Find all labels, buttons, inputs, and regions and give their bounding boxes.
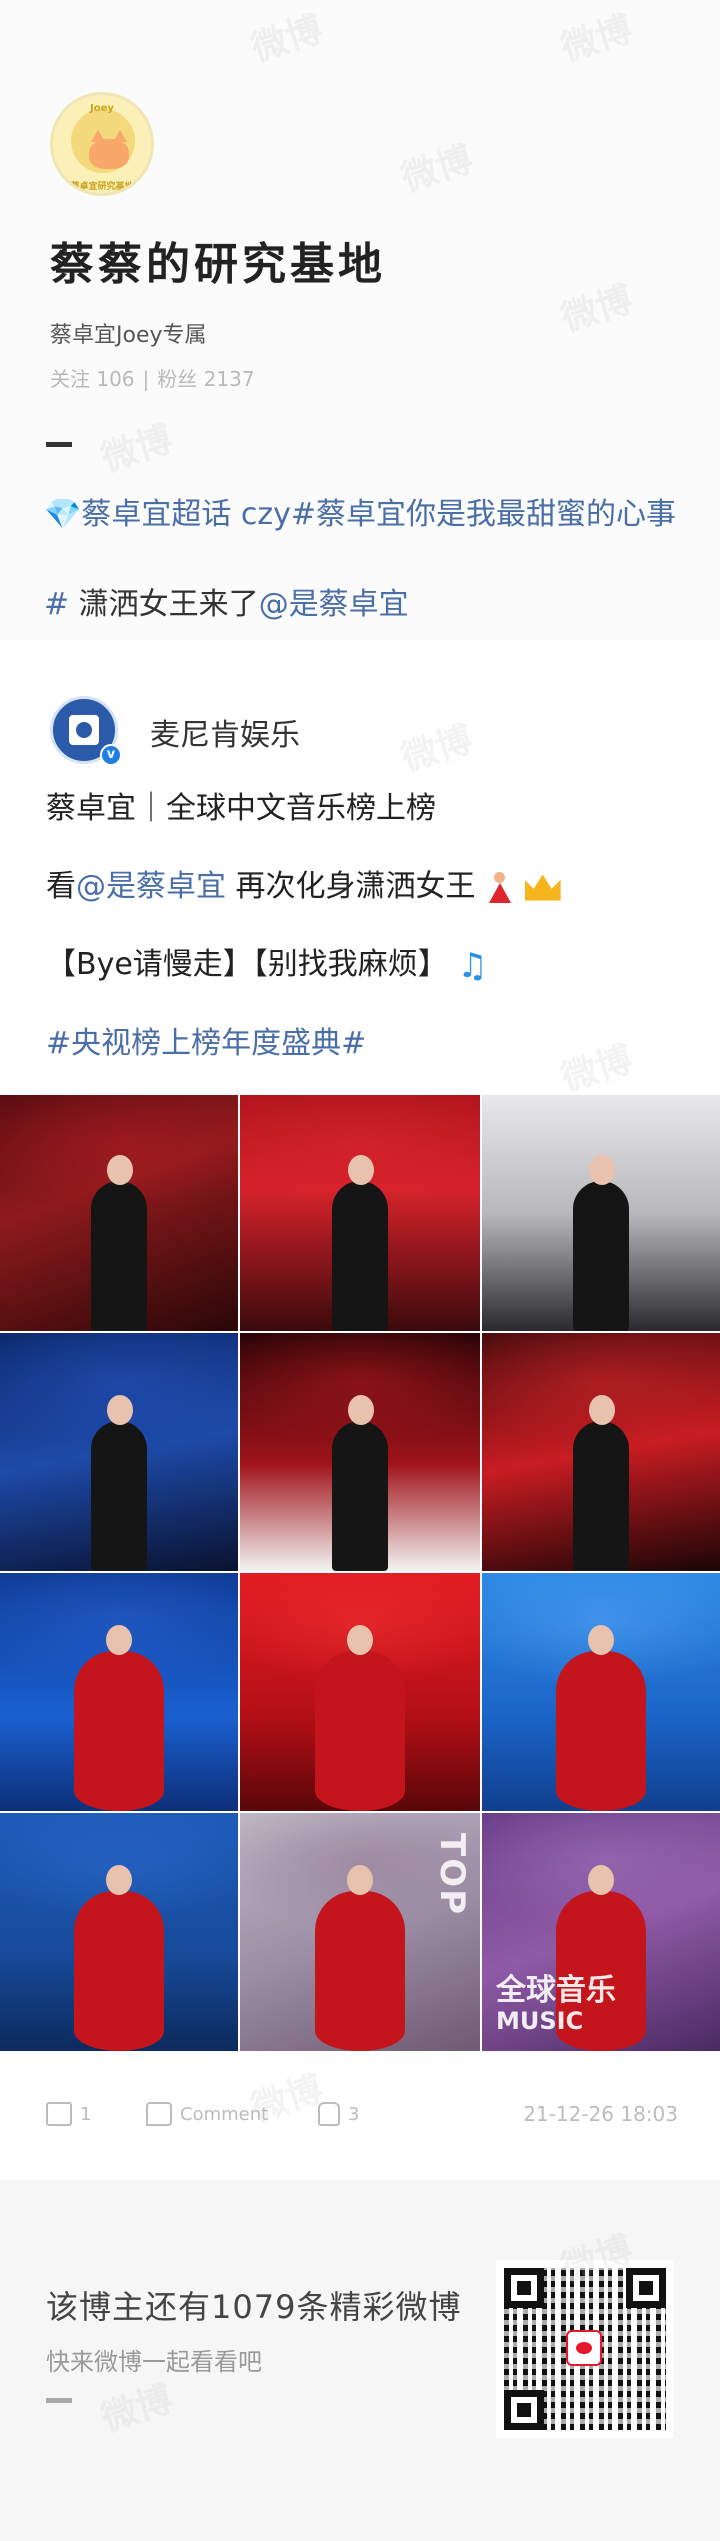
profile-name: 蔡蔡的研究基地 (50, 239, 386, 290)
post-photo[interactable] (482, 1573, 720, 1811)
dancer-emoji-icon (485, 871, 515, 904)
weibo-post: v 麦尼肯娱乐 蔡卓宜｜全球中文音乐榜上榜 看@是蔡卓宜 再次化身潇洒女王 【B… (0, 640, 720, 2180)
footer-title: 该博主还有1079条精彩微博 (46, 2288, 462, 2326)
cat-icon (89, 130, 129, 169)
comment-button[interactable]: Comment (146, 2102, 268, 2126)
performer-figure (315, 1865, 405, 2051)
performer-figure (91, 1155, 147, 1331)
thumbs-up-icon (318, 2102, 340, 2126)
footer-subtitle: 快来微博一起看看吧 (46, 2348, 262, 2376)
weibo-logo-icon (566, 2330, 602, 2366)
profile-stats: 关注 106 | 粉丝 2137 (50, 367, 255, 391)
photo-overlay-text: 全球音乐 MUSIC (496, 1973, 616, 2036)
following-count: 106 (96, 367, 135, 391)
post-photo[interactable] (0, 1095, 238, 1331)
post-photo[interactable]: 全球音乐 MUSIC (482, 1813, 720, 2051)
author-name[interactable]: 麦尼肯娱乐 (150, 710, 300, 754)
performer-figure (74, 1865, 164, 2051)
action-bar: 1 Comment 3 21-12-26 18:03 (0, 2080, 720, 2150)
post-photo[interactable] (0, 1573, 238, 1811)
photo-overlay-text: TOP (432, 1833, 472, 1917)
verified-icon: v (100, 744, 122, 766)
footer-promo: 该博主还有1079条精彩微博 快来微博一起看看吧 (0, 2180, 720, 2541)
hashtag-link[interactable]: #央视榜上榜年度盛典# (46, 1005, 686, 1083)
post-date: 21-12-26 18:03 (523, 2102, 678, 2126)
followers-link[interactable]: 粉丝 2137 (157, 367, 254, 391)
post-photo[interactable] (482, 1333, 720, 1571)
desc-text: 潇洒女王来了 (69, 587, 259, 622)
comment-icon (146, 2102, 172, 2126)
like-button[interactable]: 3 (318, 2102, 359, 2126)
performer-figure (315, 1625, 405, 1811)
performer-figure (573, 1395, 629, 1571)
post-line-2: 看@是蔡卓宜 再次化身潇洒女王 (46, 848, 686, 926)
divider-dash (46, 442, 72, 447)
crown-emoji-icon (524, 874, 561, 901)
performer-figure (332, 1155, 388, 1331)
followers-count: 2137 (203, 367, 255, 391)
music-note-icon: ♫ (457, 945, 488, 986)
performer-figure (556, 1625, 646, 1811)
post-line-1: 蔡卓宜｜全球中文音乐榜上榜 (46, 791, 436, 826)
post-photo[interactable] (240, 1333, 480, 1571)
performer-figure (91, 1395, 147, 1571)
qr-code[interactable] (496, 2260, 674, 2438)
share-count: 1 (80, 2103, 92, 2125)
profile-description: 💎蔡卓宜超话 czy#蔡卓宜你是我最甜蜜的心事# 潇洒女王来了@是蔡卓宜 (44, 470, 684, 650)
comment-label: Comment (180, 2103, 269, 2125)
performer-figure (573, 1155, 629, 1331)
post-line-3: 【Bye请慢走】【别找我麻烦】 ♫ (46, 926, 686, 1005)
profile-subtitle: 蔡卓宜Joey专属 (50, 323, 207, 348)
post-photo[interactable] (482, 1095, 720, 1331)
mention-link[interactable]: @是蔡卓宜 (76, 869, 226, 904)
post-photo[interactable] (0, 1813, 238, 2051)
profile-card: Joey 蔡卓宜研究基地 蔡蔡的研究基地 蔡卓宜Joey专属 关注 106 | 粉丝… (0, 0, 720, 640)
mention-link[interactable]: @是蔡卓宜 (259, 587, 409, 622)
post-photo[interactable] (240, 1573, 480, 1811)
performer-figure (332, 1395, 388, 1571)
post-text: 蔡卓宜｜全球中文音乐榜上榜 看@是蔡卓宜 再次化身潇洒女王 【Bye请慢走】【别… (46, 770, 686, 1083)
post-photo[interactable] (0, 1333, 238, 1571)
following-link[interactable]: 关注 106 (50, 367, 135, 391)
post-photo[interactable]: TOP (240, 1813, 480, 2051)
photo-grid: TOP 全球音乐 MUSIC (0, 1095, 720, 2055)
performer-figure (74, 1625, 164, 1811)
avatar-text-bottom: 蔡卓宜研究基地 (70, 182, 134, 192)
like-count: 3 (348, 2103, 360, 2125)
divider-dash (46, 2398, 72, 2403)
profile-avatar[interactable]: Joey 蔡卓宜研究基地 (50, 92, 154, 196)
share-button[interactable]: 1 (46, 2102, 91, 2126)
post-photo[interactable] (240, 1095, 480, 1331)
avatar-text-top: Joey (90, 103, 114, 114)
share-icon (46, 2102, 72, 2126)
